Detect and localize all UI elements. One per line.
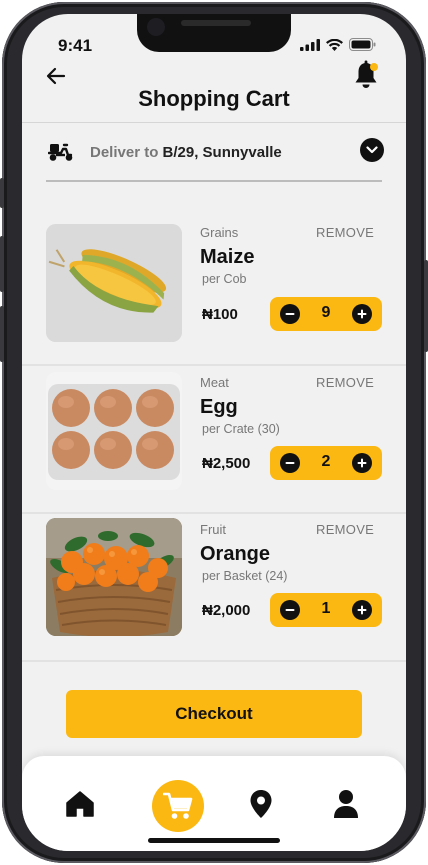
arrow-left-icon — [46, 67, 66, 85]
item-unit: per Cob — [202, 272, 247, 286]
item-price: ₦100 — [202, 306, 238, 323]
mute-switch — [0, 178, 4, 208]
increase-quantity-button[interactable] — [352, 600, 372, 620]
header-divider — [22, 122, 406, 123]
plus-icon — [357, 458, 367, 468]
cellular-signal-icon — [300, 38, 320, 51]
egg-image — [46, 372, 182, 490]
orange-image — [46, 518, 182, 636]
battery-icon — [349, 38, 376, 51]
cart-icon — [163, 792, 193, 819]
item-name: Orange — [200, 543, 271, 565]
front-camera — [147, 18, 165, 36]
notch — [137, 14, 291, 52]
cart-item-orange: Fruit REMOVE Orange per Basket (24) ₦2,0… — [22, 514, 406, 662]
quantity-stepper: 1 — [270, 593, 382, 627]
increase-quantity-button[interactable] — [352, 453, 372, 473]
cart-item-maize: Grains REMOVE Maize per Cob ₦100 9 — [22, 216, 406, 366]
volume-up-button — [0, 236, 4, 292]
delivery-dropdown-button[interactable] — [360, 138, 384, 162]
volume-down-button — [0, 306, 4, 362]
delivery-selector[interactable]: Deliver to B/29, Sunnyvalle — [48, 138, 384, 166]
remove-button[interactable]: REMOVE — [316, 375, 374, 390]
nav-home[interactable] — [62, 786, 98, 822]
maize-image — [46, 224, 182, 342]
item-name: Maize — [200, 246, 255, 268]
item-name: Egg — [200, 396, 238, 418]
speaker-grille — [181, 20, 251, 26]
app-screen: 9:41 Shopping Cart Deliver to B/29, Sunn… — [22, 14, 406, 851]
item-price: ₦2,500 — [202, 455, 251, 472]
chevron-down-icon — [366, 146, 378, 154]
home-indicator — [148, 838, 280, 843]
status-icons — [300, 38, 376, 51]
increase-quantity-button[interactable] — [352, 304, 372, 324]
page-title: Shopping Cart — [138, 86, 290, 111]
item-divider — [22, 660, 406, 662]
plus-icon — [357, 605, 367, 615]
nav-location[interactable] — [243, 786, 279, 822]
cart-item-egg: Meat REMOVE Egg per Crate (30) ₦2,500 2 — [22, 366, 406, 514]
back-button[interactable] — [44, 64, 68, 88]
remove-button[interactable]: REMOVE — [316, 225, 374, 240]
power-button — [424, 260, 428, 352]
location-pin-icon — [250, 790, 272, 818]
delivery-divider — [46, 180, 382, 182]
delivery-prefix: Deliver to — [90, 143, 159, 161]
scooter-icon — [48, 143, 73, 161]
quantity-stepper: 9 — [270, 297, 382, 331]
status-time: 9:41 — [58, 36, 93, 55]
checkout-button[interactable]: Checkout — [66, 690, 362, 738]
delivery-address: B/29, Sunnyvalle — [162, 143, 282, 161]
nav-profile[interactable] — [328, 786, 364, 822]
item-unit: per Crate (30) — [202, 422, 280, 436]
nav-cart[interactable] — [152, 780, 204, 832]
item-price: ₦2,000 — [202, 602, 251, 619]
item-category: Fruit — [200, 522, 226, 537]
home-icon — [66, 791, 94, 817]
item-category: Meat — [200, 375, 229, 390]
quantity-stepper: 2 — [270, 446, 382, 480]
item-category: Grains — [200, 225, 239, 240]
plus-icon — [357, 309, 367, 319]
item-unit: per Basket (24) — [202, 569, 288, 583]
delivery-label: Deliver to B/29, Sunnyvalle — [90, 144, 282, 161]
wifi-icon — [326, 38, 343, 51]
person-icon — [334, 790, 358, 818]
bottom-nav — [22, 756, 406, 851]
remove-button[interactable]: REMOVE — [316, 522, 374, 537]
